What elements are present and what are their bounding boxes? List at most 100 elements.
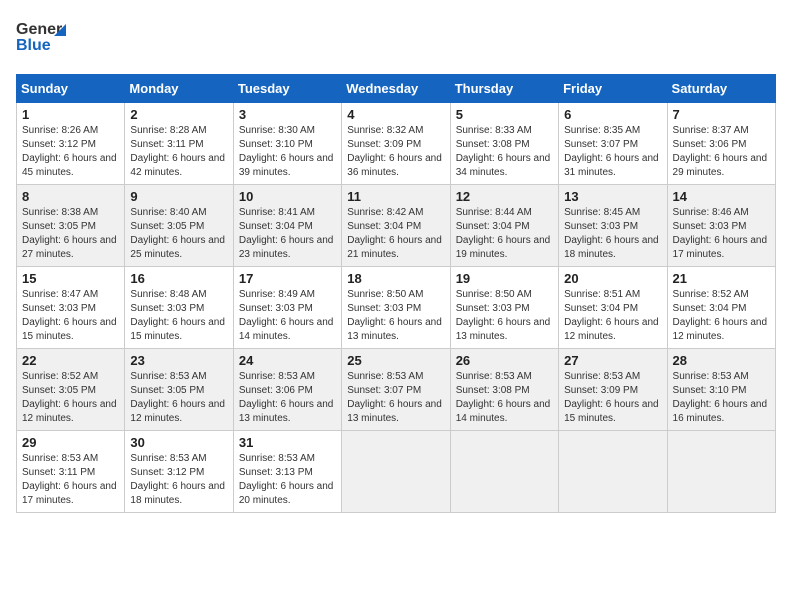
calendar-week-3: 15 Sunrise: 8:47 AMSunset: 3:03 PMDaylig…: [17, 267, 776, 349]
calendar-cell: 22 Sunrise: 8:52 AMSunset: 3:05 PMDaylig…: [17, 349, 125, 431]
day-info: Sunrise: 8:40 AMSunset: 3:05 PMDaylight:…: [130, 207, 225, 260]
day-info: Sunrise: 8:53 AMSunset: 3:10 PMDaylight:…: [673, 371, 768, 424]
day-header-friday: Friday: [559, 75, 667, 103]
calendar-cell: 28 Sunrise: 8:53 AMSunset: 3:10 PMDaylig…: [667, 349, 775, 431]
day-info: Sunrise: 8:32 AMSunset: 3:09 PMDaylight:…: [347, 125, 442, 178]
calendar-cell: 12 Sunrise: 8:44 AMSunset: 3:04 PMDaylig…: [450, 185, 558, 267]
calendar-cell: 16 Sunrise: 8:48 AMSunset: 3:03 PMDaylig…: [125, 267, 233, 349]
day-info: Sunrise: 8:33 AMSunset: 3:08 PMDaylight:…: [456, 125, 551, 178]
day-number: 13: [564, 189, 661, 204]
day-number: 15: [22, 271, 119, 286]
calendar-cell: 25 Sunrise: 8:53 AMSunset: 3:07 PMDaylig…: [342, 349, 450, 431]
calendar-cell: 10 Sunrise: 8:41 AMSunset: 3:04 PMDaylig…: [233, 185, 341, 267]
calendar-cell: 27 Sunrise: 8:53 AMSunset: 3:09 PMDaylig…: [559, 349, 667, 431]
day-number: 12: [456, 189, 553, 204]
day-number: 22: [22, 353, 119, 368]
day-info: Sunrise: 8:53 AMSunset: 3:13 PMDaylight:…: [239, 453, 334, 506]
calendar-cell: 2 Sunrise: 8:28 AMSunset: 3:11 PMDayligh…: [125, 103, 233, 185]
day-info: Sunrise: 8:47 AMSunset: 3:03 PMDaylight:…: [22, 289, 117, 342]
calendar-header-row: SundayMondayTuesdayWednesdayThursdayFrid…: [17, 75, 776, 103]
day-number: 28: [673, 353, 770, 368]
day-info: Sunrise: 8:45 AMSunset: 3:03 PMDaylight:…: [564, 207, 659, 260]
day-number: 21: [673, 271, 770, 286]
calendar-cell: 21 Sunrise: 8:52 AMSunset: 3:04 PMDaylig…: [667, 267, 775, 349]
day-number: 10: [239, 189, 336, 204]
logo: General Blue: [16, 16, 66, 62]
day-info: Sunrise: 8:53 AMSunset: 3:05 PMDaylight:…: [130, 371, 225, 424]
day-info: Sunrise: 8:49 AMSunset: 3:03 PMDaylight:…: [239, 289, 334, 342]
calendar-cell: 15 Sunrise: 8:47 AMSunset: 3:03 PMDaylig…: [17, 267, 125, 349]
calendar-cell: 3 Sunrise: 8:30 AMSunset: 3:10 PMDayligh…: [233, 103, 341, 185]
calendar-cell: [667, 431, 775, 513]
calendar-cell: [450, 431, 558, 513]
calendar-cell: 19 Sunrise: 8:50 AMSunset: 3:03 PMDaylig…: [450, 267, 558, 349]
calendar-cell: 9 Sunrise: 8:40 AMSunset: 3:05 PMDayligh…: [125, 185, 233, 267]
day-number: 1: [22, 107, 119, 122]
calendar-cell: 29 Sunrise: 8:53 AMSunset: 3:11 PMDaylig…: [17, 431, 125, 513]
calendar-cell: [342, 431, 450, 513]
day-number: 17: [239, 271, 336, 286]
day-header-monday: Monday: [125, 75, 233, 103]
day-info: Sunrise: 8:53 AMSunset: 3:08 PMDaylight:…: [456, 371, 551, 424]
day-info: Sunrise: 8:38 AMSunset: 3:05 PMDaylight:…: [22, 207, 117, 260]
calendar-week-5: 29 Sunrise: 8:53 AMSunset: 3:11 PMDaylig…: [17, 431, 776, 513]
day-number: 23: [130, 353, 227, 368]
day-info: Sunrise: 8:53 AMSunset: 3:09 PMDaylight:…: [564, 371, 659, 424]
calendar-week-4: 22 Sunrise: 8:52 AMSunset: 3:05 PMDaylig…: [17, 349, 776, 431]
day-info: Sunrise: 8:50 AMSunset: 3:03 PMDaylight:…: [347, 289, 442, 342]
svg-text:Blue: Blue: [16, 37, 51, 54]
day-info: Sunrise: 8:46 AMSunset: 3:03 PMDaylight:…: [673, 207, 768, 260]
day-header-tuesday: Tuesday: [233, 75, 341, 103]
day-number: 4: [347, 107, 444, 122]
calendar-cell: 7 Sunrise: 8:37 AMSunset: 3:06 PMDayligh…: [667, 103, 775, 185]
calendar-week-2: 8 Sunrise: 8:38 AMSunset: 3:05 PMDayligh…: [17, 185, 776, 267]
day-info: Sunrise: 8:52 AMSunset: 3:05 PMDaylight:…: [22, 371, 117, 424]
day-info: Sunrise: 8:48 AMSunset: 3:03 PMDaylight:…: [130, 289, 225, 342]
calendar-cell: [559, 431, 667, 513]
day-info: Sunrise: 8:37 AMSunset: 3:06 PMDaylight:…: [673, 125, 768, 178]
day-number: 3: [239, 107, 336, 122]
calendar-cell: 24 Sunrise: 8:53 AMSunset: 3:06 PMDaylig…: [233, 349, 341, 431]
calendar-cell: 14 Sunrise: 8:46 AMSunset: 3:03 PMDaylig…: [667, 185, 775, 267]
day-info: Sunrise: 8:51 AMSunset: 3:04 PMDaylight:…: [564, 289, 659, 342]
day-header-wednesday: Wednesday: [342, 75, 450, 103]
day-info: Sunrise: 8:41 AMSunset: 3:04 PMDaylight:…: [239, 207, 334, 260]
day-info: Sunrise: 8:53 AMSunset: 3:12 PMDaylight:…: [130, 453, 225, 506]
day-number: 24: [239, 353, 336, 368]
calendar-cell: 26 Sunrise: 8:53 AMSunset: 3:08 PMDaylig…: [450, 349, 558, 431]
day-info: Sunrise: 8:53 AMSunset: 3:11 PMDaylight:…: [22, 453, 117, 506]
day-number: 20: [564, 271, 661, 286]
day-number: 29: [22, 435, 119, 450]
calendar-cell: 23 Sunrise: 8:53 AMSunset: 3:05 PMDaylig…: [125, 349, 233, 431]
day-info: Sunrise: 8:42 AMSunset: 3:04 PMDaylight:…: [347, 207, 442, 260]
calendar-week-1: 1 Sunrise: 8:26 AMSunset: 3:12 PMDayligh…: [17, 103, 776, 185]
day-header-thursday: Thursday: [450, 75, 558, 103]
day-number: 31: [239, 435, 336, 450]
day-number: 2: [130, 107, 227, 122]
day-info: Sunrise: 8:44 AMSunset: 3:04 PMDaylight:…: [456, 207, 551, 260]
day-number: 11: [347, 189, 444, 204]
day-number: 30: [130, 435, 227, 450]
day-number: 27: [564, 353, 661, 368]
calendar-cell: 4 Sunrise: 8:32 AMSunset: 3:09 PMDayligh…: [342, 103, 450, 185]
day-number: 18: [347, 271, 444, 286]
calendar-cell: 5 Sunrise: 8:33 AMSunset: 3:08 PMDayligh…: [450, 103, 558, 185]
calendar-cell: 20 Sunrise: 8:51 AMSunset: 3:04 PMDaylig…: [559, 267, 667, 349]
day-info: Sunrise: 8:53 AMSunset: 3:06 PMDaylight:…: [239, 371, 334, 424]
calendar-cell: 18 Sunrise: 8:50 AMSunset: 3:03 PMDaylig…: [342, 267, 450, 349]
calendar-cell: 31 Sunrise: 8:53 AMSunset: 3:13 PMDaylig…: [233, 431, 341, 513]
day-number: 16: [130, 271, 227, 286]
logo-icon: General Blue: [16, 16, 66, 62]
day-number: 9: [130, 189, 227, 204]
day-number: 14: [673, 189, 770, 204]
calendar-cell: 13 Sunrise: 8:45 AMSunset: 3:03 PMDaylig…: [559, 185, 667, 267]
calendar-cell: 8 Sunrise: 8:38 AMSunset: 3:05 PMDayligh…: [17, 185, 125, 267]
day-info: Sunrise: 8:26 AMSunset: 3:12 PMDaylight:…: [22, 125, 117, 178]
day-number: 5: [456, 107, 553, 122]
calendar-cell: 6 Sunrise: 8:35 AMSunset: 3:07 PMDayligh…: [559, 103, 667, 185]
day-info: Sunrise: 8:52 AMSunset: 3:04 PMDaylight:…: [673, 289, 768, 342]
day-number: 19: [456, 271, 553, 286]
day-header-saturday: Saturday: [667, 75, 775, 103]
page-header: General Blue: [16, 16, 776, 62]
calendar-cell: 1 Sunrise: 8:26 AMSunset: 3:12 PMDayligh…: [17, 103, 125, 185]
